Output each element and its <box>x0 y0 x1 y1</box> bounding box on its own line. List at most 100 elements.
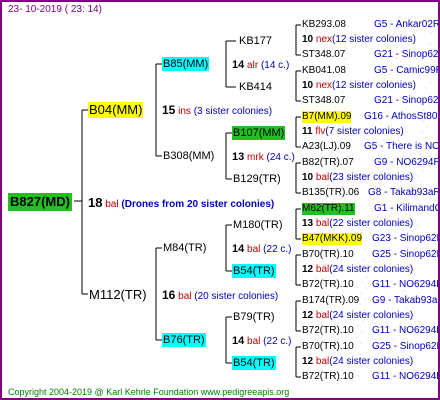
background-dot <box>422 170 424 172</box>
gen2-node-1[interactable]: B308(MM) <box>162 149 215 163</box>
background-dot <box>360 342 362 344</box>
gen2-word-1: mrk <box>247 152 264 163</box>
gen4-top-3[interactable]: B82(TR).07 <box>302 157 354 169</box>
gen4-info-2: 11 flv(7 sister colonies) <box>302 126 404 137</box>
background-dot <box>351 31 353 33</box>
background-dot <box>348 64 350 66</box>
background-dot <box>314 338 316 340</box>
footer-copyright: Copyright 2004-2019 @ Karl Kehrle Founda… <box>8 387 290 397</box>
background-dot <box>406 246 408 248</box>
gen4-bot-3[interactable]: B135(TR).06 <box>302 187 359 199</box>
gen3-node-1[interactable]: KB414 <box>238 80 273 94</box>
background-dot <box>367 215 369 217</box>
background-dot <box>429 43 431 45</box>
background-dot <box>328 184 330 186</box>
gen3-node-7[interactable]: B54(TR) <box>232 356 276 370</box>
gen4-bot-2[interactable]: A23(LJ).09 <box>302 141 351 153</box>
background-dot <box>335 107 337 109</box>
background-dot <box>413 269 415 271</box>
gen4-top-4[interactable]: M62(TR).11 <box>302 203 355 215</box>
background-dot <box>390 62 392 64</box>
background-dot <box>345 47 347 49</box>
background-dot <box>373 199 375 201</box>
gen4-bot-4[interactable]: B47(MKK).09 <box>302 233 363 245</box>
gen4-top-1[interactable]: KB041.08 <box>302 65 346 77</box>
gen4-info-1: 10 nex(12 sister colonies) <box>302 80 416 91</box>
gen2-note-3: (22 c.) <box>263 336 292 347</box>
gen4-info-4: 13 bal(22 sister colonies) <box>302 218 414 229</box>
gen2-node-0[interactable]: B85(MM) <box>162 57 210 71</box>
background-dot <box>327 245 329 247</box>
gen3-node-3[interactable]: B129(TR) <box>232 172 282 186</box>
background-dot <box>361 281 363 283</box>
gen2-num-2: 14 <box>232 243 245 255</box>
gen2-word-2: bal <box>247 244 261 255</box>
gen2-info-3: 14 bal (22 c.) <box>232 335 292 348</box>
background-dot <box>368 204 370 206</box>
gen2-num-3: 14 <box>232 335 245 347</box>
gen2-note-0: (14 c.) <box>260 60 290 71</box>
gen4-bot-1[interactable]: ST348.07 <box>302 95 345 107</box>
gen4-top-6[interactable]: B174(TR).09 <box>302 295 359 307</box>
gen1-num-0: 15 <box>162 103 176 117</box>
root-info: 18 bal (Drones from 20 sister colonies) <box>88 195 274 211</box>
background-dot <box>363 259 365 261</box>
gen4-top-5[interactable]: B70(TR).10 <box>302 249 354 261</box>
gen2-node-2[interactable]: M84(TR) <box>162 241 207 255</box>
background-dot <box>366 276 368 278</box>
gen1-word-0: ins <box>178 106 191 117</box>
root-note: (Drones from 20 sister colonies) <box>121 199 275 210</box>
gen1-node-1[interactable]: M112(TR) <box>88 287 148 303</box>
gen4-top-2[interactable]: B7(MM).09 <box>302 111 352 123</box>
gen4-topcol-2: G16 - AthosSt80R <box>364 111 440 122</box>
background-dot <box>360 292 362 294</box>
gen4-bot-5[interactable]: B72(TR).10 <box>302 279 354 291</box>
gen4-top-7[interactable]: B70(TR).10 <box>302 341 354 353</box>
gen3-node-6[interactable]: B79(TR) <box>232 310 276 324</box>
gen4-topcol-0: G5 - Ankar02R <box>374 19 440 30</box>
gen3-node-0[interactable]: KB177 <box>238 34 273 48</box>
gen1-node-0[interactable]: B04(MM) <box>88 102 144 118</box>
background-dot <box>349 53 351 55</box>
gen2-word-0: alr <box>247 60 259 71</box>
gen3-node-4[interactable]: M180(TR) <box>232 218 284 232</box>
background-dot <box>321 261 323 263</box>
gen4-bot-6[interactable]: B72(TR).10 <box>302 325 354 337</box>
gen1-num-1: 16 <box>162 288 176 302</box>
gen2-node-3[interactable]: B76(TR) <box>162 333 206 347</box>
gen4-botcol-1: G21 - Sinop62R <box>374 95 440 106</box>
background-dot <box>421 181 423 183</box>
background-dot <box>426 126 428 128</box>
gen1-note-0: (3 sister colonies) <box>193 106 273 117</box>
gen4-botcol-4: G23 - Sinop62R <box>372 233 440 244</box>
background-dot <box>365 287 367 289</box>
gen4-bot-7[interactable]: B72(TR).10 <box>302 371 354 383</box>
gen4-info-3: 10 bal(23 sister colonies) <box>302 172 414 183</box>
gen4-top-0[interactable]: KB293.08 <box>302 19 346 31</box>
background-dot <box>413 219 415 221</box>
gen2-note-2: (22 c.) <box>263 244 292 255</box>
background-dot <box>405 307 407 309</box>
gen4-info-6: 12 bal(24 sister colonies) <box>302 310 414 321</box>
background-dot <box>361 331 363 333</box>
root-node[interactable]: B827(MD) <box>8 193 72 211</box>
gen3-node-5[interactable]: B54(TR) <box>232 264 276 278</box>
gen4-topcol-4: G1 - KilimandQ <box>374 203 440 214</box>
background-dot <box>369 243 371 245</box>
gen3-node-2[interactable]: B107(MM) <box>232 126 286 140</box>
background-dot <box>412 230 414 232</box>
background-dot <box>365 237 367 239</box>
gen2-info-2: 14 bal (22 c.) <box>232 243 292 256</box>
gen4-botcol-0: G21 - Sinop62R <box>374 49 440 60</box>
background-dot <box>305 77 307 79</box>
gen2-num-1: 13 <box>232 151 245 163</box>
gen4-bot-0[interactable]: ST348.07 <box>302 49 345 61</box>
background-dot <box>359 353 361 355</box>
header-timestamp: 23- 10-2019 ( 23: 14) <box>8 4 102 15</box>
gen2-info-1: 13 mrk (24 c.) <box>232 151 295 164</box>
gen4-botcol-5: G11 - NO6294R <box>372 279 440 290</box>
background-dot <box>357 325 359 327</box>
background-dot <box>368 254 370 256</box>
background-dot <box>347 25 349 27</box>
gen4-topcol-1: G5 - Camic99R <box>374 65 440 76</box>
